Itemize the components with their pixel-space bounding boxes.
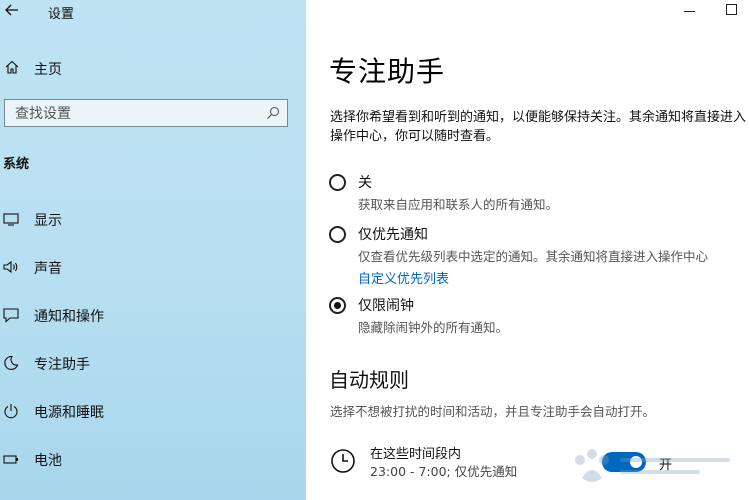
sidebar-item-label: 电池 [34,453,62,469]
sidebar-item-label: 电源和睡眠 [34,405,104,421]
rule-subtitle: 23:00 - 7:00; 仅优先通知 [370,464,518,479]
radio-alarms-only[interactable] [329,297,346,314]
option-description: 仅查看优先级列表中选定的通知。其余通知将直接进入操作中心 [358,249,709,264]
option-label: 仅限闹钟 [358,298,414,314]
sidebar-item-label: 声音 [34,261,62,277]
titlebar-left: 设置 [0,0,306,26]
search-icon[interactable] [266,106,280,120]
auto-rules-description: 选择不想被打扰的时间和活动，并且专注助手会自动打开。 [330,404,656,419]
sidebar-item-power-sleep[interactable]: 电源和睡眠 [0,395,306,427]
moon-icon [4,355,19,371]
radio-off[interactable] [329,174,346,191]
search-box[interactable] [4,99,288,127]
speaker-icon [3,260,18,274]
main-panel: 专注助手 选择你希望看到和听到的通知，以便能够保持关注。其余通知将直接进入操作中… [306,0,750,500]
home-icon [5,60,19,74]
radio-priority-only[interactable] [329,226,346,243]
monitor-icon [3,213,19,226]
maximize-button[interactable] [726,4,737,15]
sidebar-item-label: 显示 [34,213,62,229]
watermark-logo [575,449,730,482]
page-title: 专注助手 [329,55,446,88]
option-label: 关 [358,175,372,191]
rule-title[interactable]: 在这些时间段内 [370,443,461,462]
option-description: 隐藏除闹钟外的所有通知。 [358,320,509,335]
sidebar-item-battery[interactable]: 电池 [0,443,306,475]
auto-rules-title: 自动规则 [329,368,409,392]
sidebar-item-notifications[interactable]: 通知和操作 [0,299,306,331]
sidebar-item-sound[interactable]: 声音 [0,251,306,283]
section-title: 系统 [3,157,30,172]
clock-icon [331,449,355,473]
search-input[interactable] [13,103,257,125]
battery-icon [3,455,18,464]
minimize-button[interactable] [680,2,700,20]
sidebar-item-home[interactable]: 主页 [0,54,306,82]
sidebar: 设置 主页 系统 显示 声音 通知和操作 专注助手 电源和睡眠 电池 [0,0,306,500]
back-button[interactable] [4,2,26,22]
page-description: 选择你希望看到和听到的通知，以便能够保持关注。其余通知将直接进入操作中心，你可以… [330,110,747,144]
option-description: 获取来自应用和联系人的所有通知。 [358,197,559,212]
sidebar-item-label: 通知和操作 [34,309,104,325]
notification-icon [3,308,19,323]
sidebar-item-display[interactable]: 显示 [0,203,306,235]
sidebar-item-label: 专注助手 [34,357,90,373]
sidebar-item-focus-assist[interactable]: 专注助手 [0,347,306,379]
power-icon [4,404,18,419]
sidebar-item-label: 主页 [34,62,62,78]
back-arrow-icon [5,4,18,16]
app-title: 设置 [48,7,75,22]
option-label: 仅优先通知 [358,227,428,243]
customize-priority-list-link[interactable]: 自定义优先列表 [358,268,449,287]
